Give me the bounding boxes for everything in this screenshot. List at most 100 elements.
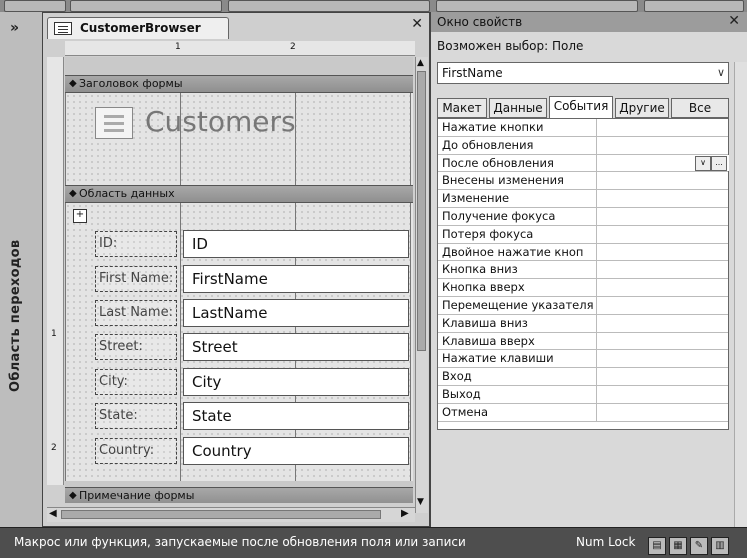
tab-data[interactable]: Данные — [489, 98, 547, 118]
event-property-row[interactable]: Клавиша вверх — [438, 332, 729, 351]
tab-other[interactable]: Другие — [615, 98, 669, 118]
layout-selector-icon[interactable]: + — [73, 209, 87, 223]
event-property-name: Получение фокуса — [442, 209, 556, 223]
form-design-window: CustomerBrowser ✕ 1 2 1 2 ◆ Заголовок фо… — [42, 12, 430, 527]
ribbon-segment — [228, 0, 430, 12]
field-control[interactable]: FirstName — [183, 265, 409, 293]
event-property-name: Вход — [442, 369, 472, 384]
field-label[interactable]: Last Name: — [95, 300, 177, 326]
property-sheet-scrollbar[interactable] — [734, 62, 747, 532]
ribbon-segment — [436, 0, 638, 12]
nav-pane-toggle-button[interactable]: » — [10, 20, 19, 36]
detail-area[interactable]: + ID: ID First Name: FirstName Last Name… — [65, 203, 413, 481]
event-property-value[interactable] — [596, 314, 729, 332]
field-control[interactable]: LastName — [183, 299, 409, 327]
event-property-row[interactable]: Кнопка вниз — [438, 261, 729, 280]
event-property-row[interactable]: Вход — [438, 368, 728, 386]
section-bar-detail[interactable]: ◆ Область данных — [65, 185, 413, 203]
event-property-row[interactable]: Двойное нажатие кноп — [438, 243, 729, 262]
event-property-row[interactable]: Потеря фокуса — [438, 225, 729, 244]
event-property-row[interactable]: Клавиша вниз — [438, 314, 729, 333]
event-property-value[interactable] — [596, 225, 729, 243]
document-tab[interactable]: CustomerBrowser — [47, 17, 229, 39]
object-selector-dropdown[interactable]: FirstName ∨ — [437, 62, 729, 84]
form-view-icon[interactable]: ▤ — [648, 537, 666, 555]
datasheet-view-icon[interactable]: ▥ — [711, 537, 729, 555]
event-property-row[interactable]: Изменение — [438, 190, 728, 208]
event-property-value[interactable] — [596, 368, 729, 385]
scroll-up-icon[interactable]: ▲ — [417, 58, 424, 68]
field-label[interactable]: Country: — [95, 438, 177, 464]
vertical-ruler: 1 2 — [47, 57, 64, 485]
field-control[interactable]: State — [183, 402, 409, 430]
section-bar-form-footer[interactable]: ◆ Примечание формы — [65, 487, 413, 503]
event-property-row[interactable]: Отмена — [438, 403, 729, 422]
section-bar-form-header[interactable]: ◆ Заголовок формы — [65, 75, 413, 93]
event-property-value[interactable] — [596, 172, 729, 190]
event-property-value[interactable] — [596, 279, 729, 296]
ribbon-segment — [70, 0, 222, 12]
event-property-value[interactable] — [596, 350, 729, 368]
event-property-row[interactable]: После обновления ∨... — [438, 154, 729, 173]
horizontal-scrollbar[interactable]: ◀ ▶ — [47, 507, 415, 522]
event-property-name: Внесены изменения — [442, 173, 564, 188]
builder-button[interactable]: ... — [711, 155, 727, 171]
event-property-row[interactable]: Выход — [438, 386, 728, 404]
form-logo-icon[interactable] — [95, 107, 133, 139]
event-property-row[interactable]: Нажатие кнопки — [438, 119, 728, 137]
field-label[interactable]: State: — [95, 403, 177, 429]
event-property-value[interactable] — [596, 332, 729, 350]
form-design-canvas[interactable]: ◆ Заголовок формы Customers ◆ Область да… — [65, 57, 413, 503]
event-property-value[interactable] — [596, 261, 729, 279]
property-sheet-close-button[interactable]: ✕ — [728, 13, 740, 29]
property-tabs: Макет Данные События Другие Все — [437, 96, 731, 119]
event-property-value[interactable] — [596, 243, 729, 261]
event-property-row[interactable]: Перемещение указателя — [438, 297, 728, 315]
scroll-thumb[interactable] — [417, 71, 426, 351]
tab-layout[interactable]: Макет — [437, 98, 487, 118]
scroll-down-icon[interactable]: ▼ — [417, 497, 424, 507]
design-view-icon[interactable]: ✎ — [690, 537, 708, 555]
event-property-name: Клавиша вниз — [442, 315, 528, 330]
chevron-down-icon[interactable]: ∨ — [695, 155, 711, 171]
property-sheet-header[interactable]: Окно свойств ✕ — [431, 12, 747, 32]
event-property-value[interactable] — [596, 208, 729, 225]
field-control[interactable]: Street — [183, 333, 409, 361]
event-property-row[interactable]: Кнопка вверх — [438, 279, 728, 297]
field-label[interactable]: First Name: — [95, 266, 177, 292]
event-property-value[interactable] — [596, 403, 729, 421]
scroll-thumb[interactable] — [61, 510, 381, 519]
event-property-value[interactable] — [596, 119, 729, 136]
field-control[interactable]: City — [183, 368, 409, 396]
event-property-value[interactable] — [596, 386, 729, 403]
scroll-right-icon[interactable]: ▶ — [401, 508, 409, 519]
scroll-left-icon[interactable]: ◀ — [49, 508, 57, 519]
event-property-value[interactable] — [596, 190, 729, 207]
field-label[interactable]: City: — [95, 369, 177, 395]
field-control[interactable]: ID — [183, 230, 409, 258]
vertical-scrollbar[interactable]: ▲ ▼ — [415, 57, 428, 513]
event-property-row[interactable]: Внесены изменения — [438, 172, 729, 191]
event-property-row[interactable]: Получение фокуса — [438, 208, 728, 226]
tab-events[interactable]: События — [549, 96, 613, 119]
event-property-row[interactable]: До обновления — [438, 136, 729, 155]
document-close-button[interactable]: ✕ — [411, 16, 423, 32]
view-switcher: ▤ ▦ ✎ ▥ — [648, 533, 732, 555]
property-sheet-title: Окно свойств — [437, 15, 523, 29]
selection-type-label: Возможен выбор: Поле — [437, 39, 584, 53]
tab-all[interactable]: Все — [671, 98, 729, 118]
layout-view-icon[interactable]: ▦ — [669, 537, 687, 555]
form-header-area[interactable]: Customers — [65, 93, 413, 185]
form-header-title[interactable]: Customers — [145, 105, 296, 138]
event-property-value[interactable] — [596, 297, 729, 314]
field-control[interactable]: Country — [183, 437, 409, 465]
nav-pane-label[interactable]: Область переходов — [8, 240, 23, 392]
field-label[interactable]: Street: — [95, 334, 177, 360]
event-property-value[interactable] — [596, 136, 729, 154]
section-title: Область данных — [79, 187, 175, 200]
event-property-name: Перемещение указателя — [442, 298, 594, 312]
chevron-down-icon[interactable]: ∨ — [717, 63, 725, 83]
event-property-value[interactable]: ∨... — [596, 154, 729, 172]
event-property-row[interactable]: Нажатие клавиши — [438, 350, 729, 369]
field-label[interactable]: ID: — [95, 231, 177, 257]
